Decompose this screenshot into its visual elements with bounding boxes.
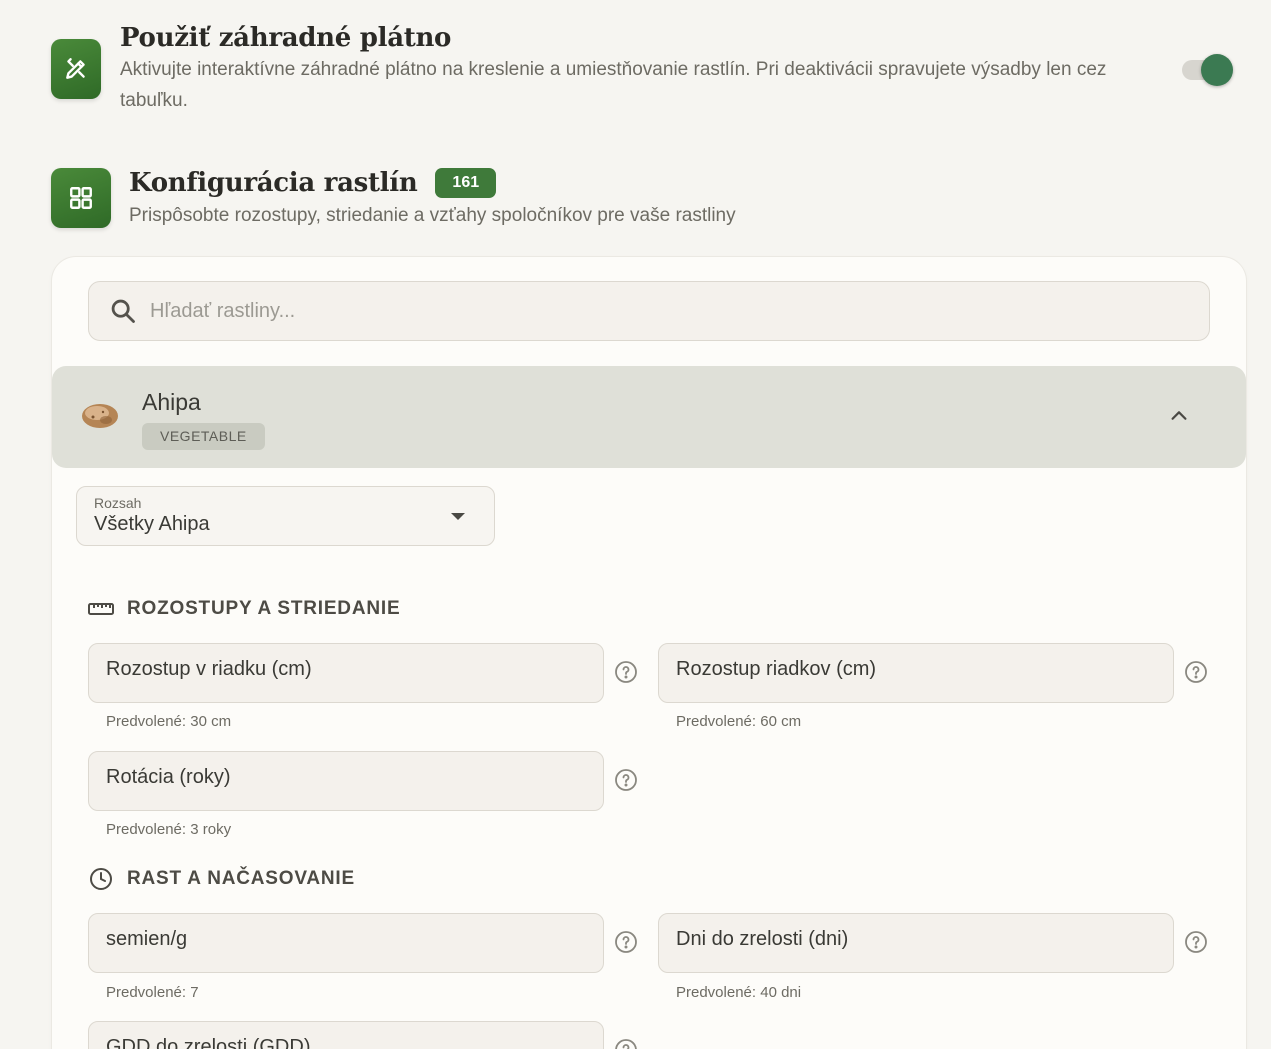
gdd-to-maturity-field[interactable]: GDD do zrelosti (GDD) (88, 1021, 604, 1049)
ruler-icon (88, 596, 114, 622)
plant-name: Ahipa (142, 389, 201, 415)
plant-row-ahipa[interactable]: Ahipa VEGETABLE (52, 366, 1246, 468)
plant-type-badge: VEGETABLE (142, 423, 265, 450)
toggle-knob (1201, 54, 1233, 86)
field-hint: Predvolené: 40 dni (676, 984, 802, 1001)
plants-config-description: Prispôsobte rozostupy, striedanie a vzťa… (129, 205, 736, 226)
spacing-group-title: ROZOSTUPY A STRIEDANIE (88, 596, 400, 622)
scope-select[interactable]: Rozsah Všetky Ahipa (76, 486, 495, 546)
canvas-setting-title: Použiť záhradné plátno (120, 23, 452, 53)
help-icon[interactable] (614, 768, 638, 792)
scope-select-value: Všetky Ahipa (94, 513, 210, 535)
field-hint: Predvolené: 3 roky (106, 821, 232, 838)
row-spacing-field[interactable]: Rozostup riadkov (cm) (658, 643, 1174, 703)
growth-group-title: RAST A NAČASOVANIE (88, 866, 355, 892)
search-icon (111, 299, 135, 323)
plants-config-header: Konfigurácia rastlín 161 Prispôsobte roz… (51, 168, 736, 231)
field-hint: Predvolené: 30 cm (106, 713, 232, 730)
rotation-field[interactable]: Rotácia (roky) (88, 751, 604, 811)
help-icon[interactable] (614, 1038, 638, 1049)
pencil-ruler-icon (51, 39, 101, 99)
plants-config-title: Konfigurácia rastlín (129, 168, 418, 198)
days-to-maturity-field[interactable]: Dni do zrelosti (dni) (658, 913, 1174, 973)
field-label: Rozostup riadkov (cm) (676, 658, 877, 680)
search-input[interactable] (150, 299, 1050, 323)
help-icon[interactable] (614, 660, 638, 684)
search-box[interactable] (88, 281, 1210, 341)
field-hint: Predvolené: 60 cm (676, 713, 802, 730)
help-icon[interactable] (1184, 930, 1208, 954)
chevron-up-icon[interactable] (1168, 405, 1190, 427)
plants-card: Ahipa VEGETABLE Rozsah Všetky Ahipa ROZO… (52, 257, 1246, 1049)
in-row-spacing-field[interactable]: Rozostup v riadku (cm) (88, 643, 604, 703)
grid-icon (51, 168, 111, 228)
field-label: Dni do zrelosti (dni) (676, 928, 849, 950)
canvas-setting: Použiť záhradné plátno Aktivujte interak… (51, 22, 1120, 116)
field-label: GDD do zrelosti (GDD) (106, 1036, 311, 1049)
canvas-toggle[interactable] (1180, 54, 1234, 86)
help-icon[interactable] (1184, 660, 1208, 684)
plant-image (82, 404, 118, 428)
canvas-setting-description: Aktivujte interaktívne záhradné plátno n… (120, 59, 1107, 111)
plant-count-badge: 161 (435, 168, 497, 198)
field-label: Rotácia (roky) (106, 766, 231, 788)
clock-icon (88, 866, 114, 892)
growth-group-label: RAST A NAČASOVANIE (127, 868, 355, 889)
caret-down-icon (451, 513, 465, 520)
scope-select-label: Rozsah (94, 495, 142, 511)
field-hint: Predvolené: 7 (106, 984, 199, 1001)
settings-page: Použiť záhradné plátno Aktivujte interak… (0, 0, 1271, 1049)
field-label: semien/g (106, 928, 188, 950)
help-icon[interactable] (614, 930, 638, 954)
field-label: Rozostup v riadku (cm) (106, 658, 312, 680)
seeds-per-gram-field[interactable]: semien/g (88, 913, 604, 973)
spacing-group-label: ROZOSTUPY A STRIEDANIE (127, 598, 401, 619)
